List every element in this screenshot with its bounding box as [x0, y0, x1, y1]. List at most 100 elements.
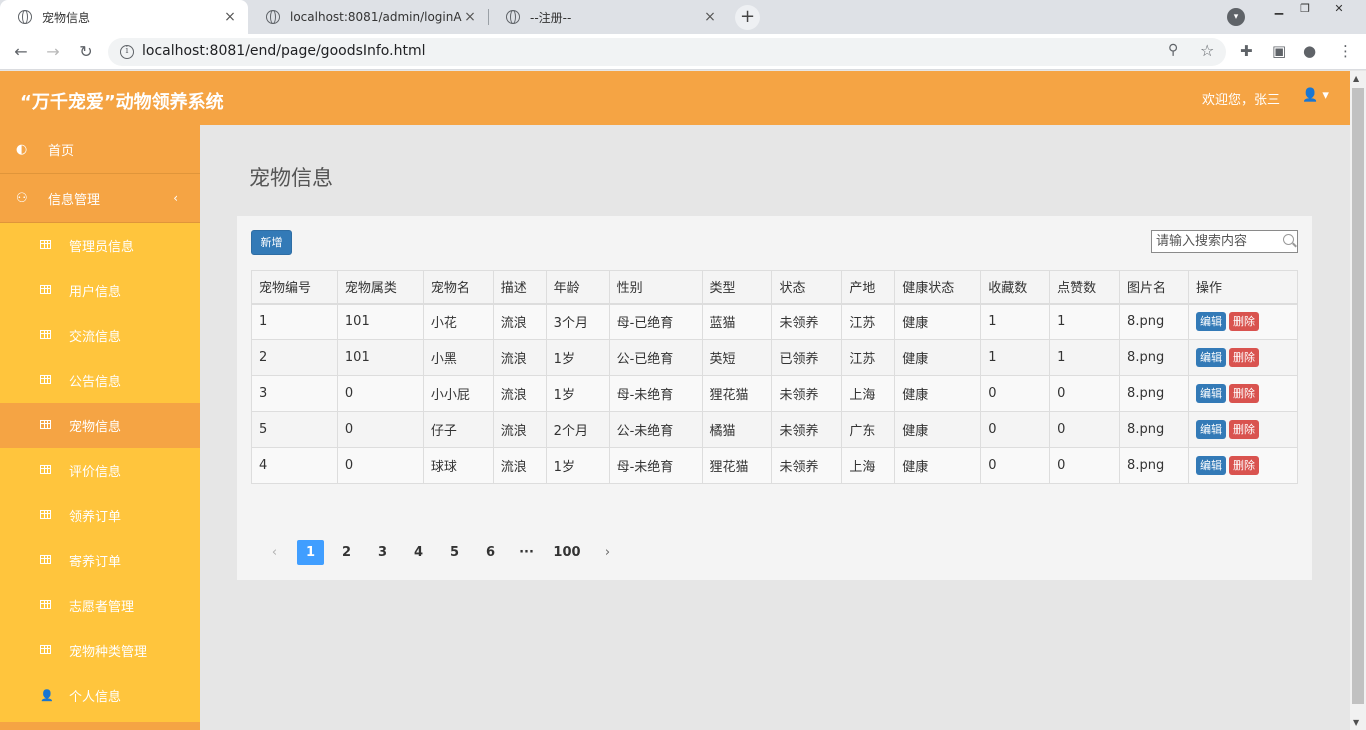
sidebar-item-user-info[interactable]: 用户信息 [0, 268, 200, 313]
caret-down-icon: ▾ [1322, 88, 1329, 103]
sidebar-item-notice-info[interactable]: 公告信息 [0, 358, 200, 403]
edit-button[interactable]: 编辑 [1195, 348, 1226, 367]
sidebar-item-home[interactable]: ◐ 首页 [0, 125, 200, 174]
edit-button[interactable]: 编辑 [1195, 312, 1226, 332]
search-icon[interactable] [1283, 234, 1294, 245]
sidebar-next-group[interactable] [0, 722, 200, 730]
edit-button[interactable]: 编辑 [1195, 384, 1226, 403]
delete-button[interactable]: 删除 [1228, 312, 1259, 332]
tab-search-icon[interactable]: ▾ [1227, 8, 1245, 26]
next-page-icon[interactable]: › [594, 540, 621, 565]
tab-close-icon[interactable]: × [702, 9, 718, 25]
table-cell: 未领养 [771, 411, 843, 448]
extensions-icon[interactable]: ✚ [1240, 42, 1253, 60]
edit-button[interactable]: 编辑 [1195, 456, 1226, 475]
browser-toolbar: ← → ↻ i localhost:8081/end/page/goodsInf… [0, 34, 1366, 70]
globe-icon [18, 10, 32, 24]
sidebar-item-admin-info[interactable]: 管理员信息 [0, 223, 200, 268]
delete-button[interactable]: 删除 [1228, 456, 1259, 475]
more-pages-ellipsis[interactable]: ··· [513, 540, 540, 565]
zoom-icon[interactable]: ⚲ [1168, 42, 1178, 58]
table-cell: 上海 [841, 375, 896, 412]
page-number[interactable]: 6 [477, 540, 504, 565]
browser-tab[interactable]: --注册-- × [488, 0, 728, 34]
app-header: “万千宠爱”动物领养系统 欢迎您，张三 👤 ▾ [0, 71, 1350, 125]
page-number[interactable]: 100 [549, 540, 585, 565]
page-number-current[interactable]: 1 [297, 540, 324, 565]
table-icon [40, 285, 51, 294]
delete-button[interactable]: 删除 [1228, 420, 1259, 439]
table-cell: 8.png [1119, 447, 1189, 484]
tab-close-icon[interactable]: × [462, 9, 478, 25]
tab-close-icon[interactable]: × [222, 9, 238, 25]
sidebar-item-personal-info[interactable]: 👤 个人信息 [0, 673, 200, 718]
page-scrollbar[interactable]: ▲ ▼ [1350, 71, 1366, 730]
table-cell: 8.png [1119, 411, 1189, 448]
url-text[interactable]: localhost:8081/end/page/goodsInfo.html [142, 43, 425, 59]
menu-icon[interactable]: ⋮ [1338, 42, 1353, 60]
actions-cell: 编辑 删除 [1187, 411, 1299, 448]
table-cell: 1 [1049, 339, 1121, 376]
sidebar-item-label: 首页 [48, 143, 75, 159]
sidebar-item-exchange-info[interactable]: 交流信息 [0, 313, 200, 358]
scrollbar-thumb[interactable] [1352, 88, 1364, 704]
browser-tab[interactable]: localhost:8081/admin/loginAd × [248, 0, 488, 34]
bookmark-star-icon[interactable]: ☆ [1200, 41, 1214, 60]
address-bar[interactable]: i localhost:8081/end/page/goodsInfo.html… [108, 38, 1226, 66]
table-row: 4 0 球球 流浪 1岁 母-未绝育 狸花猫 未领养 上海 健康 0 0 8.p… [251, 447, 1299, 484]
back-icon[interactable]: ← [9, 40, 33, 64]
sidebar-item-review-info[interactable]: 评价信息 [0, 448, 200, 493]
new-tab-button[interactable]: + [735, 5, 760, 30]
add-button[interactable]: 新增 [251, 230, 292, 255]
browser-tab-active[interactable]: 宠物信息 × [0, 0, 248, 34]
table-cell: 2 [251, 339, 338, 376]
sidebar-item-pet-category-management[interactable]: 宠物种类管理 [0, 628, 200, 673]
forward-icon[interactable]: → [41, 40, 65, 64]
window-close-icon[interactable]: ✕ [1322, 0, 1356, 18]
search-input[interactable] [1152, 231, 1272, 252]
profile-icon[interactable]: ● [1303, 42, 1316, 60]
main-content: 宠物信息 新增 宠物编号 宠物属类 宠物名 描述 年龄 性别 类型 状态 产地 … [200, 125, 1350, 730]
sidebar-group-info-management[interactable]: ⚇ 信息管理 ‹ [0, 174, 200, 223]
sidebar-item-foster-orders[interactable]: 寄养订单 [0, 538, 200, 583]
pet-table: 宠物编号 宠物属类 宠物名 描述 年龄 性别 类型 状态 产地 健康状态 收藏数… [251, 270, 1299, 484]
page-number[interactable]: 4 [405, 540, 432, 565]
sidebar-group-label: 信息管理 [48, 192, 101, 208]
table-cell: 流浪 [492, 375, 547, 412]
reload-icon[interactable]: ↻ [74, 40, 98, 64]
restore-icon[interactable]: ❐ [1288, 0, 1322, 18]
delete-button[interactable]: 删除 [1228, 384, 1259, 403]
prev-page-icon[interactable]: ‹ [261, 540, 288, 565]
column-header: 年龄 [545, 270, 610, 305]
user-dropdown[interactable]: 👤 ▾ [1302, 88, 1329, 103]
table-cell: 8.png [1119, 375, 1189, 412]
table-cell: 1 [980, 339, 1051, 376]
browser-tab-bar: 宠物信息 × localhost:8081/admin/loginAd × --… [0, 0, 1366, 34]
page-number[interactable]: 5 [441, 540, 468, 565]
sidebar-item-pet-info[interactable]: 宠物信息 [0, 403, 200, 448]
table-cell: 未领养 [771, 447, 843, 484]
table-cell: 101 [336, 303, 424, 340]
sidebar-item-label: 交流信息 [69, 330, 122, 345]
side-panel-icon[interactable]: ▣ [1272, 42, 1286, 60]
sidebar-item-volunteer-management[interactable]: 志愿者管理 [0, 583, 200, 628]
table-cell: 公-已绝育 [608, 339, 703, 376]
page-number[interactable]: 2 [333, 540, 360, 565]
edit-button[interactable]: 编辑 [1195, 420, 1226, 439]
table-cell: 江苏 [841, 339, 896, 376]
scroll-up-icon[interactable]: ▲ [1353, 74, 1359, 83]
delete-button[interactable]: 删除 [1228, 348, 1259, 367]
table-cell: 2个月 [545, 411, 610, 448]
sidebar-item-label: 宠物种类管理 [69, 645, 148, 660]
table-cell: 0 [980, 411, 1051, 448]
site-info-icon[interactable]: i [120, 45, 134, 59]
column-header: 宠物编号 [251, 270, 338, 305]
table-cell: 球球 [422, 447, 494, 484]
table-cell: 小黑 [422, 339, 494, 376]
page-number[interactable]: 3 [369, 540, 396, 565]
sidebar-item-adoption-orders[interactable]: 领养订单 [0, 493, 200, 538]
table-cell: 未领养 [771, 375, 843, 412]
table-cell: 0 [336, 447, 424, 484]
actions-cell: 编辑 删除 [1187, 339, 1299, 376]
scroll-down-icon[interactable]: ▼ [1353, 718, 1359, 727]
